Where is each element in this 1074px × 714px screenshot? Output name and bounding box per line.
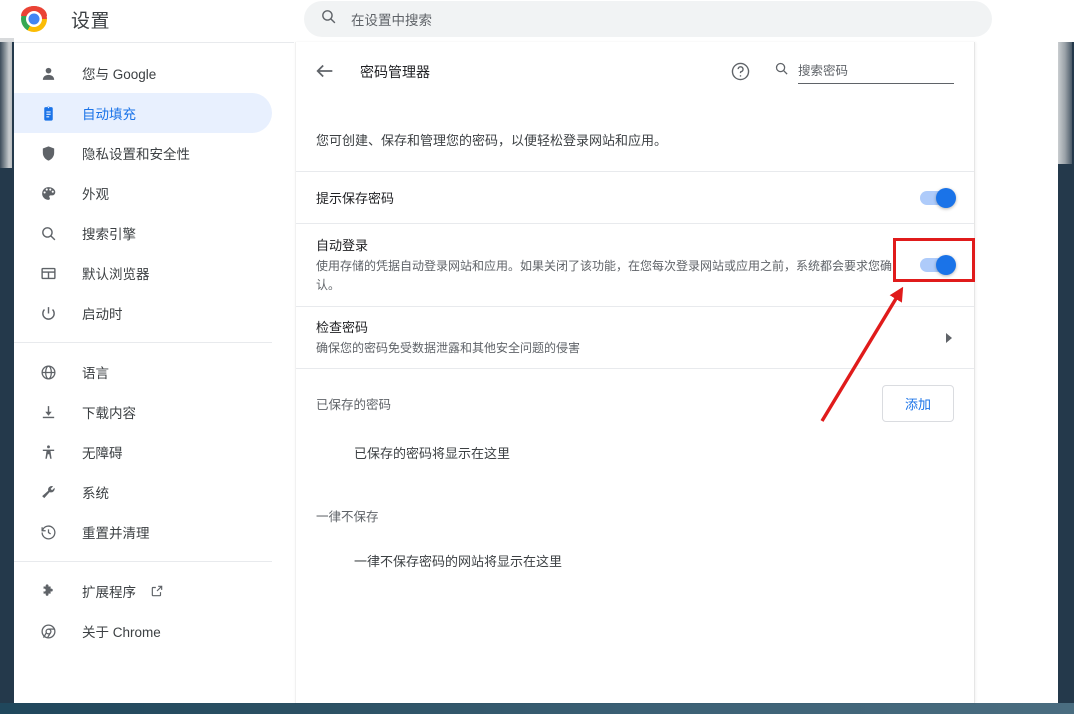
password-search-placeholder: 搜索密码 bbox=[798, 60, 954, 84]
browser-window-icon bbox=[36, 265, 60, 282]
search-icon bbox=[774, 61, 789, 81]
never-saved-empty-text: 一律不保存密码的网站将显示在这里 bbox=[354, 554, 563, 570]
back-arrow-icon[interactable] bbox=[314, 60, 338, 84]
password-manager-panel: 密码管理器 搜索密码 您可创建、保存和管理您的密码，以便轻松登录网站和应用。 提… bbox=[295, 42, 975, 703]
palette-icon bbox=[36, 185, 60, 202]
page-title: 密码管理器 bbox=[360, 64, 430, 80]
sidebar-item-label: 自动填充 bbox=[82, 107, 136, 122]
sidebar-item-label: 扩展程序 bbox=[82, 585, 136, 600]
sidebar-item-you-and-google[interactable]: 您与 Google bbox=[14, 53, 272, 93]
sidebar-item-label: 无障碍 bbox=[82, 446, 123, 461]
history-restore-icon bbox=[36, 524, 60, 541]
top-bar: 设置 在设置中搜索 bbox=[14, 0, 1058, 38]
sidebar-item-system[interactable]: 系统 bbox=[14, 472, 272, 512]
sidebar-divider-1 bbox=[14, 342, 272, 343]
sidebar-item-label: 启动时 bbox=[82, 307, 123, 322]
wrench-icon bbox=[36, 484, 60, 501]
toggle-auto-sign-in[interactable] bbox=[920, 255, 956, 276]
row-title: 提示保存密码 bbox=[316, 191, 395, 206]
right-scrollbar-thumb[interactable] bbox=[1058, 42, 1072, 164]
sidebar-item-autofill[interactable]: 自动填充 bbox=[14, 93, 272, 133]
window-right-top-fill bbox=[1058, 0, 1074, 42]
row-check-passwords[interactable]: 检查密码 确保您的密码免受数据泄露和其他安全问题的侵害 bbox=[296, 307, 974, 370]
sidebar-divider-2 bbox=[14, 561, 272, 562]
accessibility-icon bbox=[36, 444, 60, 461]
sidebar-item-extensions[interactable]: 扩展程序 bbox=[14, 571, 272, 611]
sidebar-item-privacy-security[interactable]: 隐私设置和安全性 bbox=[14, 133, 272, 173]
puzzle-icon bbox=[36, 583, 60, 600]
saved-passwords-title: 已保存的密码 bbox=[316, 397, 392, 412]
toggle-knob bbox=[936, 187, 956, 208]
chevron-right-icon[interactable] bbox=[946, 332, 952, 343]
toggle-knob bbox=[936, 255, 956, 276]
left-scrollbar-cap bbox=[0, 38, 14, 42]
person-icon bbox=[36, 65, 60, 82]
sidebar-item-accessibility[interactable]: 无障碍 bbox=[14, 432, 272, 472]
saved-passwords-empty-text: 已保存的密码将显示在这里 bbox=[354, 446, 511, 462]
sidebar-item-label: 系统 bbox=[82, 486, 109, 501]
search-icon bbox=[320, 8, 337, 30]
sidebar: 您与 Google 自动填充 隐私设置和安全性 外观 搜索引擎 默认浏览器 启动… bbox=[14, 42, 294, 703]
sidebar-item-label: 默认浏览器 bbox=[82, 267, 150, 282]
row-auto-sign-in[interactable]: 自动登录 使用存储的凭据自动登录网站和应用。如果关闭了该功能，在您每次登录网站或… bbox=[296, 224, 974, 308]
settings-search-box[interactable]: 在设置中搜索 bbox=[304, 1, 992, 37]
power-icon bbox=[36, 305, 60, 322]
row-subtitle: 使用存储的凭据自动登录网站和应用。如果关闭了该功能，在您每次登录网站或应用之前，… bbox=[316, 259, 893, 293]
sidebar-item-label: 外观 bbox=[82, 187, 109, 202]
sidebar-item-label: 重置并清理 bbox=[82, 526, 150, 541]
sidebar-item-label: 您与 Google bbox=[82, 67, 157, 82]
row-text: 自动登录 使用存储的凭据自动登录网站和应用。如果关闭了该功能，在您每次登录网站或… bbox=[316, 235, 920, 295]
row-text: 提示保存密码 bbox=[316, 188, 920, 207]
sidebar-item-languages[interactable]: 语言 bbox=[14, 352, 272, 392]
left-scrollbar-thumb[interactable] bbox=[0, 38, 12, 168]
sidebar-item-label: 关于 Chrome bbox=[82, 625, 161, 640]
sidebar-item-label: 下载内容 bbox=[82, 406, 136, 421]
add-password-button[interactable]: 添加 bbox=[881, 384, 954, 422]
search-icon bbox=[36, 225, 60, 242]
never-saved-section: 一律不保存 一律不保存密码的网站将显示在这里 bbox=[296, 506, 974, 576]
sidebar-item-default-browser[interactable]: 默认浏览器 bbox=[14, 253, 272, 293]
app-title: 设置 bbox=[71, 10, 111, 32]
sidebar-item-on-startup[interactable]: 启动时 bbox=[14, 293, 272, 333]
sidebar-item-downloads[interactable]: 下载内容 bbox=[14, 392, 272, 432]
chrome-outline-icon bbox=[36, 623, 60, 640]
sidebar-item-appearance[interactable]: 外观 bbox=[14, 173, 272, 213]
window-bottom-edge bbox=[0, 703, 1074, 714]
shield-icon bbox=[36, 145, 60, 162]
row-text: 检查密码 确保您的密码免受数据泄露和其他安全问题的侵害 bbox=[316, 317, 946, 358]
panel-description: 您可创建、保存和管理您的密码，以便轻松登录网站和应用。 bbox=[296, 102, 974, 172]
panel-header: 密码管理器 搜索密码 bbox=[296, 42, 974, 102]
row-subtitle: 确保您的密码免受数据泄露和其他安全问题的侵害 bbox=[316, 341, 581, 356]
chrome-logo-icon bbox=[21, 6, 47, 32]
never-saved-title: 一律不保存 bbox=[316, 510, 379, 525]
settings-search-placeholder: 在设置中搜索 bbox=[351, 13, 432, 28]
toggle-offer-to-save-passwords[interactable] bbox=[920, 187, 956, 208]
sidebar-item-search-engine[interactable]: 搜索引擎 bbox=[14, 213, 272, 253]
globe-icon bbox=[36, 364, 60, 381]
sidebar-item-label: 搜索引擎 bbox=[82, 227, 136, 242]
row-offer-to-save-passwords[interactable]: 提示保存密码 bbox=[296, 172, 974, 224]
external-link-icon[interactable] bbox=[150, 584, 164, 598]
clipboard-icon bbox=[36, 105, 60, 122]
row-title: 自动登录 bbox=[316, 238, 369, 253]
saved-passwords-header: 已保存的密码 添加 bbox=[296, 369, 974, 437]
help-circle-icon[interactable] bbox=[730, 61, 752, 83]
row-title: 检查密码 bbox=[316, 320, 369, 336]
password-search-field[interactable]: 搜索密码 bbox=[774, 60, 954, 84]
download-icon bbox=[36, 404, 60, 421]
window-left-top-fill bbox=[0, 0, 14, 38]
sidebar-item-label: 语言 bbox=[82, 366, 109, 381]
settings-window: 设置 在设置中搜索 您与 Google 自动填充 隐私设置和安全性 外观 搜索引… bbox=[0, 0, 1074, 714]
sidebar-item-reset-cleanup[interactable]: 重置并清理 bbox=[14, 512, 272, 552]
sidebar-item-about-chrome[interactable]: 关于 Chrome bbox=[14, 611, 272, 651]
sidebar-item-label: 隐私设置和安全性 bbox=[82, 147, 190, 162]
